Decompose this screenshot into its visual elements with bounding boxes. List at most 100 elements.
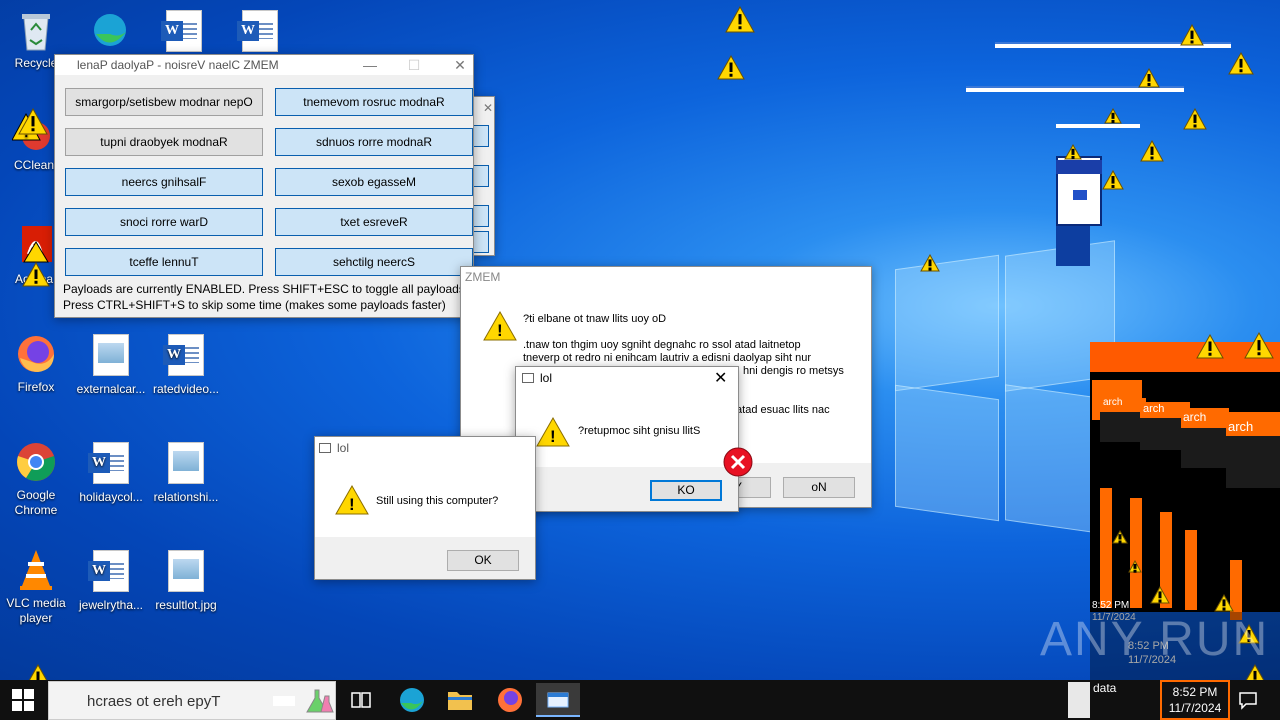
- search-placeholder: hcraes ot ereh epyT: [87, 693, 221, 710]
- warning-icon: [717, 54, 745, 83]
- svg-text:!: !: [497, 321, 503, 340]
- taskbar-edge[interactable]: [392, 683, 432, 717]
- payload-button-message-boxes[interactable]: sexob egasseM: [275, 168, 473, 196]
- status-text: Press CTRL+SHIFT+S to skip some time (ma…: [63, 298, 446, 312]
- desktop-icon-label: Firefox: [17, 380, 55, 394]
- warning-icon: [1112, 530, 1128, 547]
- payload-button-screen-glitches[interactable]: sehctilg neercS: [275, 248, 473, 276]
- search-highlight: [273, 696, 295, 706]
- close-icon[interactable]: ✕: [445, 54, 475, 76]
- start-button[interactable]: [12, 689, 34, 714]
- warning-icon: [1180, 23, 1204, 49]
- desktop-icon-label: resultlot.jpg: [155, 598, 217, 612]
- payload-button-open-random[interactable]: smargorp/setisbew modnar nepO: [65, 88, 263, 116]
- warning-icon: [1102, 169, 1124, 193]
- app-icon: [319, 443, 331, 453]
- warning-icon: [725, 5, 755, 36]
- ok-button[interactable]: KO: [650, 480, 722, 501]
- desktop-icon-resultlot[interactable]: resultlot.jpg: [147, 550, 225, 613]
- payload-button-random-cursor[interactable]: tnemevom rosruc modnaR: [275, 88, 473, 116]
- windows-logo-pane: [895, 254, 999, 392]
- window-title: lenaP daolyaP - noisreV naelC ZMEM: [77, 58, 279, 72]
- no-button[interactable]: oN: [783, 477, 855, 498]
- taskbar-memz-app[interactable]: [536, 683, 580, 717]
- payload-button-random-error-sounds[interactable]: sdnuos rorre modnaR: [275, 128, 473, 156]
- task-view-icon: [351, 692, 371, 708]
- lol-dialog: lol ! Still using this computer? OK: [314, 436, 536, 580]
- dialog-message: ?retupmoc siht gnisu llitS: [578, 425, 701, 437]
- desktop-icon-label: VLC media player: [6, 596, 66, 625]
- desktop-icon-label: externalcar...: [76, 382, 146, 396]
- desktop-icon-externalcar[interactable]: externalcar...: [72, 334, 150, 397]
- tray-data-value: data: [1093, 681, 1117, 695]
- payload-button-random-keyboard[interactable]: tupni draobyek modnaR: [65, 128, 263, 156]
- warning-icon: [18, 107, 48, 138]
- title-bar: lenaP daolyaP - noisreV naelC ZMEM — ☐ ✕: [55, 55, 473, 75]
- tray-data-text: data: [1093, 680, 1151, 720]
- minimize-icon[interactable]: —: [355, 54, 385, 76]
- desktop-icon-holidaycol[interactable]: W holidaycol...: [72, 442, 150, 505]
- clock-date: 11/7/2024: [1168, 701, 1222, 715]
- warning-icon: [1140, 139, 1164, 165]
- dialog-message: Still using this computer?: [376, 495, 499, 507]
- glitch-search-text: arch: [1103, 397, 1123, 408]
- edge-icon: [400, 688, 424, 712]
- payload-button-flashing-screen[interactable]: neercs gnihsalF: [65, 168, 263, 196]
- svg-text:!: !: [550, 427, 556, 446]
- image-file-icon: [168, 550, 204, 592]
- desktop-icon-relationshi[interactable]: relationshi...: [147, 442, 225, 505]
- firefox-icon: [18, 336, 54, 372]
- taskbar-firefox[interactable]: [490, 683, 530, 717]
- watermark: ANY RUN: [1040, 613, 1270, 666]
- taskbar-clock[interactable]: 8:52 PM 11/7/2024: [1160, 680, 1230, 720]
- desktop-icon-label: jewelrytha...: [78, 598, 144, 612]
- warning-icon: [1244, 331, 1274, 362]
- close-icon[interactable]: ✕: [714, 368, 727, 388]
- taskbar-search-box[interactable]: hcraes ot ereh epyT: [48, 681, 336, 720]
- word-doc-icon: W: [88, 442, 129, 484]
- warning-icon: [1150, 585, 1170, 607]
- desktop-icon-chrome[interactable]: Google Chrome: [0, 440, 75, 518]
- glitch-bar: [1056, 124, 1140, 128]
- payload-button-tunnel-effect[interactable]: tceffe lennuT: [65, 248, 263, 276]
- word-desktop-icon-top[interactable]: W: [161, 10, 202, 52]
- dialog-title: lol: [540, 371, 553, 385]
- window-app-icon: [547, 692, 569, 708]
- payload-button-reverse-text[interactable]: txet esreveR: [275, 208, 473, 236]
- image-file-icon: [168, 442, 204, 484]
- lol-dialog-reversed: lol ✕ ! ?retupmoc siht gnisu llitS KO: [515, 366, 739, 512]
- desktop-icon-firefox[interactable]: Firefox: [0, 332, 75, 395]
- taskbar-file-explorer[interactable]: [440, 683, 480, 717]
- dialog-line: .tnaw ton thgim uoy sgniht degnahc ro ss…: [523, 339, 801, 351]
- dialog-line: hni dengis ro metsys: [743, 365, 844, 377]
- word-doc-icon: W: [88, 550, 129, 592]
- warning-icon: [920, 253, 940, 275]
- desktop-icon-label: relationshi...: [153, 490, 219, 504]
- notification-icon[interactable]: [1238, 690, 1258, 713]
- desktop-icon-vlc[interactable]: VLC media player: [0, 548, 75, 626]
- glitch-block: [1073, 190, 1087, 200]
- desktop-icon-ratedvideo[interactable]: W ratedvideo...: [147, 334, 225, 397]
- glitch-block: [1056, 226, 1090, 266]
- svg-text:!: !: [349, 495, 355, 514]
- glitch-search-text: arch: [1143, 403, 1165, 415]
- desktop-icon-jewelrytha[interactable]: W jewelrytha...: [72, 550, 150, 613]
- edge-desktop-icon[interactable]: [88, 8, 132, 48]
- payload-button-draw-error-icons[interactable]: snoci rorre warD: [65, 208, 263, 236]
- dialog-title: ZMEM: [465, 270, 501, 284]
- glitch-orange: [1130, 498, 1142, 608]
- taskbar-glitch-block: [1068, 682, 1090, 718]
- maximize-icon: ☐: [407, 57, 421, 73]
- folder-icon: [448, 692, 472, 710]
- desktop-icon-label: ratedvideo...: [152, 382, 220, 396]
- ok-button[interactable]: OK: [447, 550, 519, 571]
- flask-icon: [305, 686, 335, 719]
- windows-logo-pane: [895, 384, 999, 522]
- warning-icon: !: [335, 484, 369, 518]
- word-desktop-icon-top[interactable]: W: [237, 10, 278, 52]
- warning-icon: [1183, 107, 1207, 133]
- task-view-button[interactable]: [342, 683, 382, 717]
- warning-icon: [1228, 51, 1254, 78]
- warning-icon: !: [483, 310, 517, 344]
- chrome-icon: [17, 443, 55, 481]
